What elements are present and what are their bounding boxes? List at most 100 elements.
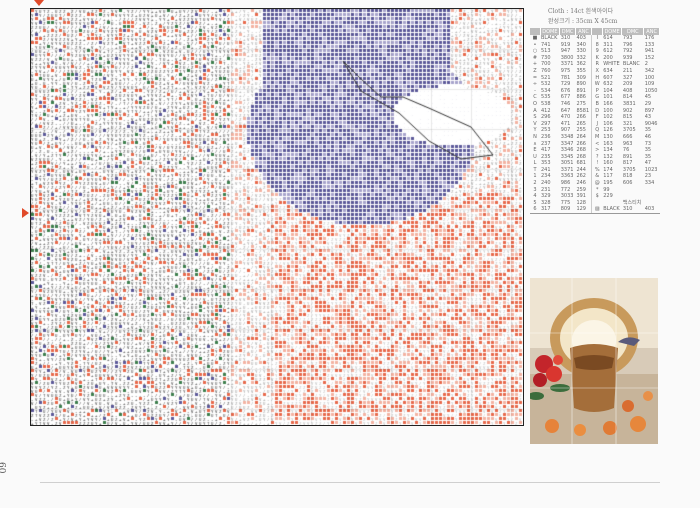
key-symbol-left: Y — [533, 127, 537, 134]
key-anc-left: 265 — [576, 120, 586, 127]
key-dmc-left: 677 — [560, 94, 571, 101]
key-dmc-left: 3051 — [560, 160, 574, 167]
key-dmc-left: 729 — [560, 81, 571, 88]
key-anc-right: 73 — [644, 140, 652, 147]
key-row: 6 317 809 129 ▨ BLACK 310 403 — [530, 206, 660, 215]
key-symbol-right: J — [591, 120, 603, 128]
key-dmc-left: 3346 — [560, 147, 574, 154]
key-row: A 412 647 8581 D 100 902 897 — [530, 107, 660, 115]
key-row: ÷ 532 729 890 W 632 209 109 — [530, 81, 660, 88]
key-dome-right: 132 — [603, 153, 613, 160]
key-dome-left: 534 — [541, 87, 551, 94]
key-row: O 538 746 275 B 166 3831 29 — [530, 100, 660, 108]
key-dome-left: 521 — [541, 74, 551, 81]
key-dmc-left: 746 — [560, 100, 571, 107]
key-anc-left: 340 — [576, 41, 586, 48]
key-row: #730 3800 332 K 200 939 152 — [530, 54, 660, 62]
pattern-grid — [31, 9, 523, 425]
key-symbol-left: ○ — [532, 48, 538, 55]
key-row: ○ 513 947 330 9 612 792 941 — [530, 48, 660, 55]
key-row: ■ BLACK 310 403 I 614 793 176 — [530, 35, 660, 42]
key-anc-right: 43 — [644, 114, 652, 121]
color-key-table: DOME DMC ANC DOME DMC ANC ■ BLACK 310 403 I 6… — [530, 28, 660, 215]
key-symbol-right: ! — [591, 160, 603, 167]
key-symbol-left: 1 — [533, 173, 537, 180]
key-anc-left: 891 — [576, 87, 586, 94]
key-dome-left: 240 — [541, 180, 551, 187]
key-dome-left: BLACK — [541, 35, 558, 41]
key-symbol-left: 5 — [533, 199, 537, 206]
key-row: 3 231 772 259 * 99 — [530, 186, 660, 194]
key-row: E 417 3346 268 >134 76 35 — [530, 147, 660, 154]
key-dmc-left: 986 — [560, 180, 571, 187]
key-dmc-left: 947 — [560, 48, 571, 55]
key-dmc-left: 3363 — [560, 173, 574, 180]
key-dmc-right: 321 — [622, 120, 633, 127]
key-dome-left: 236 — [541, 133, 551, 140]
key-dmc-left: 772 — [560, 186, 571, 193]
key-anc-left: 391 — [576, 193, 586, 200]
col-anc-right: ANC — [643, 28, 660, 35]
key-anc-right: 897 — [644, 107, 655, 114]
key-dmc-right: 902 — [622, 107, 633, 114]
key-dmc-left: 3371 — [560, 61, 574, 68]
key-anc-left: 264 — [576, 133, 586, 140]
key-dome-right: 101 — [603, 94, 613, 101]
key-dmc-right: 939 — [622, 54, 633, 61]
key-row: 1 234 3363 262 & 117 818 23 — [530, 173, 660, 181]
key-anc-right: 152 — [644, 54, 655, 61]
key-dome-right: 163 — [603, 140, 613, 147]
cloth-info: Cloth : 14ct 흰색아이다 — [548, 8, 614, 15]
key-anc-right: 46 — [644, 133, 652, 140]
key-dome-left: 328 — [541, 199, 551, 206]
key-symbol-right: 9 — [591, 48, 603, 55]
key-row: U 235 3345 268? 132 891 35 — [530, 153, 660, 161]
key-symbol-right: H — [591, 74, 603, 82]
key-dmc-left: 471 — [560, 120, 571, 127]
key-symbol-left: Z — [533, 67, 537, 74]
key-dmc-right: 817 — [622, 160, 633, 167]
key-dmc-right: 891 — [622, 153, 633, 160]
key-symbol-left: E — [533, 147, 537, 154]
key-anc-right: 1050 — [644, 87, 658, 94]
col-dome-right: DOME — [602, 28, 623, 35]
key-anc-left: 266 — [576, 140, 586, 147]
key-dmc-left: 3033 — [560, 193, 574, 200]
center-marker-side-icon — [22, 208, 29, 218]
key-dome-right: 106 — [603, 120, 613, 127]
key-dome-right: 200 — [603, 54, 613, 61]
key-anc-left: 128 — [576, 199, 586, 206]
key-anc-right: 342 — [644, 67, 655, 74]
key-row: 5 328 775 128 백스티치 — [530, 199, 660, 207]
key-dome-left: 237 — [541, 140, 551, 147]
key-symbol-left: 2 — [533, 180, 537, 187]
key-dmc-left: 3345 — [560, 153, 574, 160]
key-dmc-right: 666 — [622, 133, 633, 140]
key-dmc-right: 3705 — [622, 166, 636, 173]
key-dmc-right: 796 — [622, 41, 633, 48]
key-row: = 521 781 309 H 607 327 100 — [530, 74, 660, 82]
key-anc-left: 275 — [576, 100, 586, 107]
key-dome-right: 607 — [603, 74, 613, 81]
key-dome-left: 417 — [541, 147, 551, 154]
key-anc-left: 332 — [576, 54, 586, 61]
key-dmc-left: 781 — [560, 74, 571, 81]
key-anc-left: 129 — [575, 206, 592, 215]
key-dome-left: 317 — [540, 206, 560, 215]
key-dome-left: 513 — [541, 48, 551, 55]
key-dome-left: 235 — [541, 153, 551, 160]
key-anc-left: 309 — [576, 74, 586, 81]
key-dmc-right: 606 — [622, 180, 633, 187]
key-symbol-right: $ — [591, 193, 603, 200]
key-dmc-left: 907 — [560, 127, 571, 134]
key-dome-left: 329 — [541, 193, 551, 200]
page-edge-line — [40, 482, 660, 483]
key-symbol-right: B — [591, 100, 603, 108]
key-row: T 241 3371 244% 174 3705 1023 — [530, 166, 660, 174]
key-anc-right: 23 — [644, 173, 652, 180]
key-dome-left: 353 — [541, 160, 551, 167]
key-symbol-right: R — [591, 61, 603, 68]
key-anc-right: 1023 — [644, 166, 658, 173]
key-header-row: DOME DMC ANC DOME DMC ANC — [530, 28, 660, 35]
key-dmc-right: 792 — [622, 48, 633, 55]
